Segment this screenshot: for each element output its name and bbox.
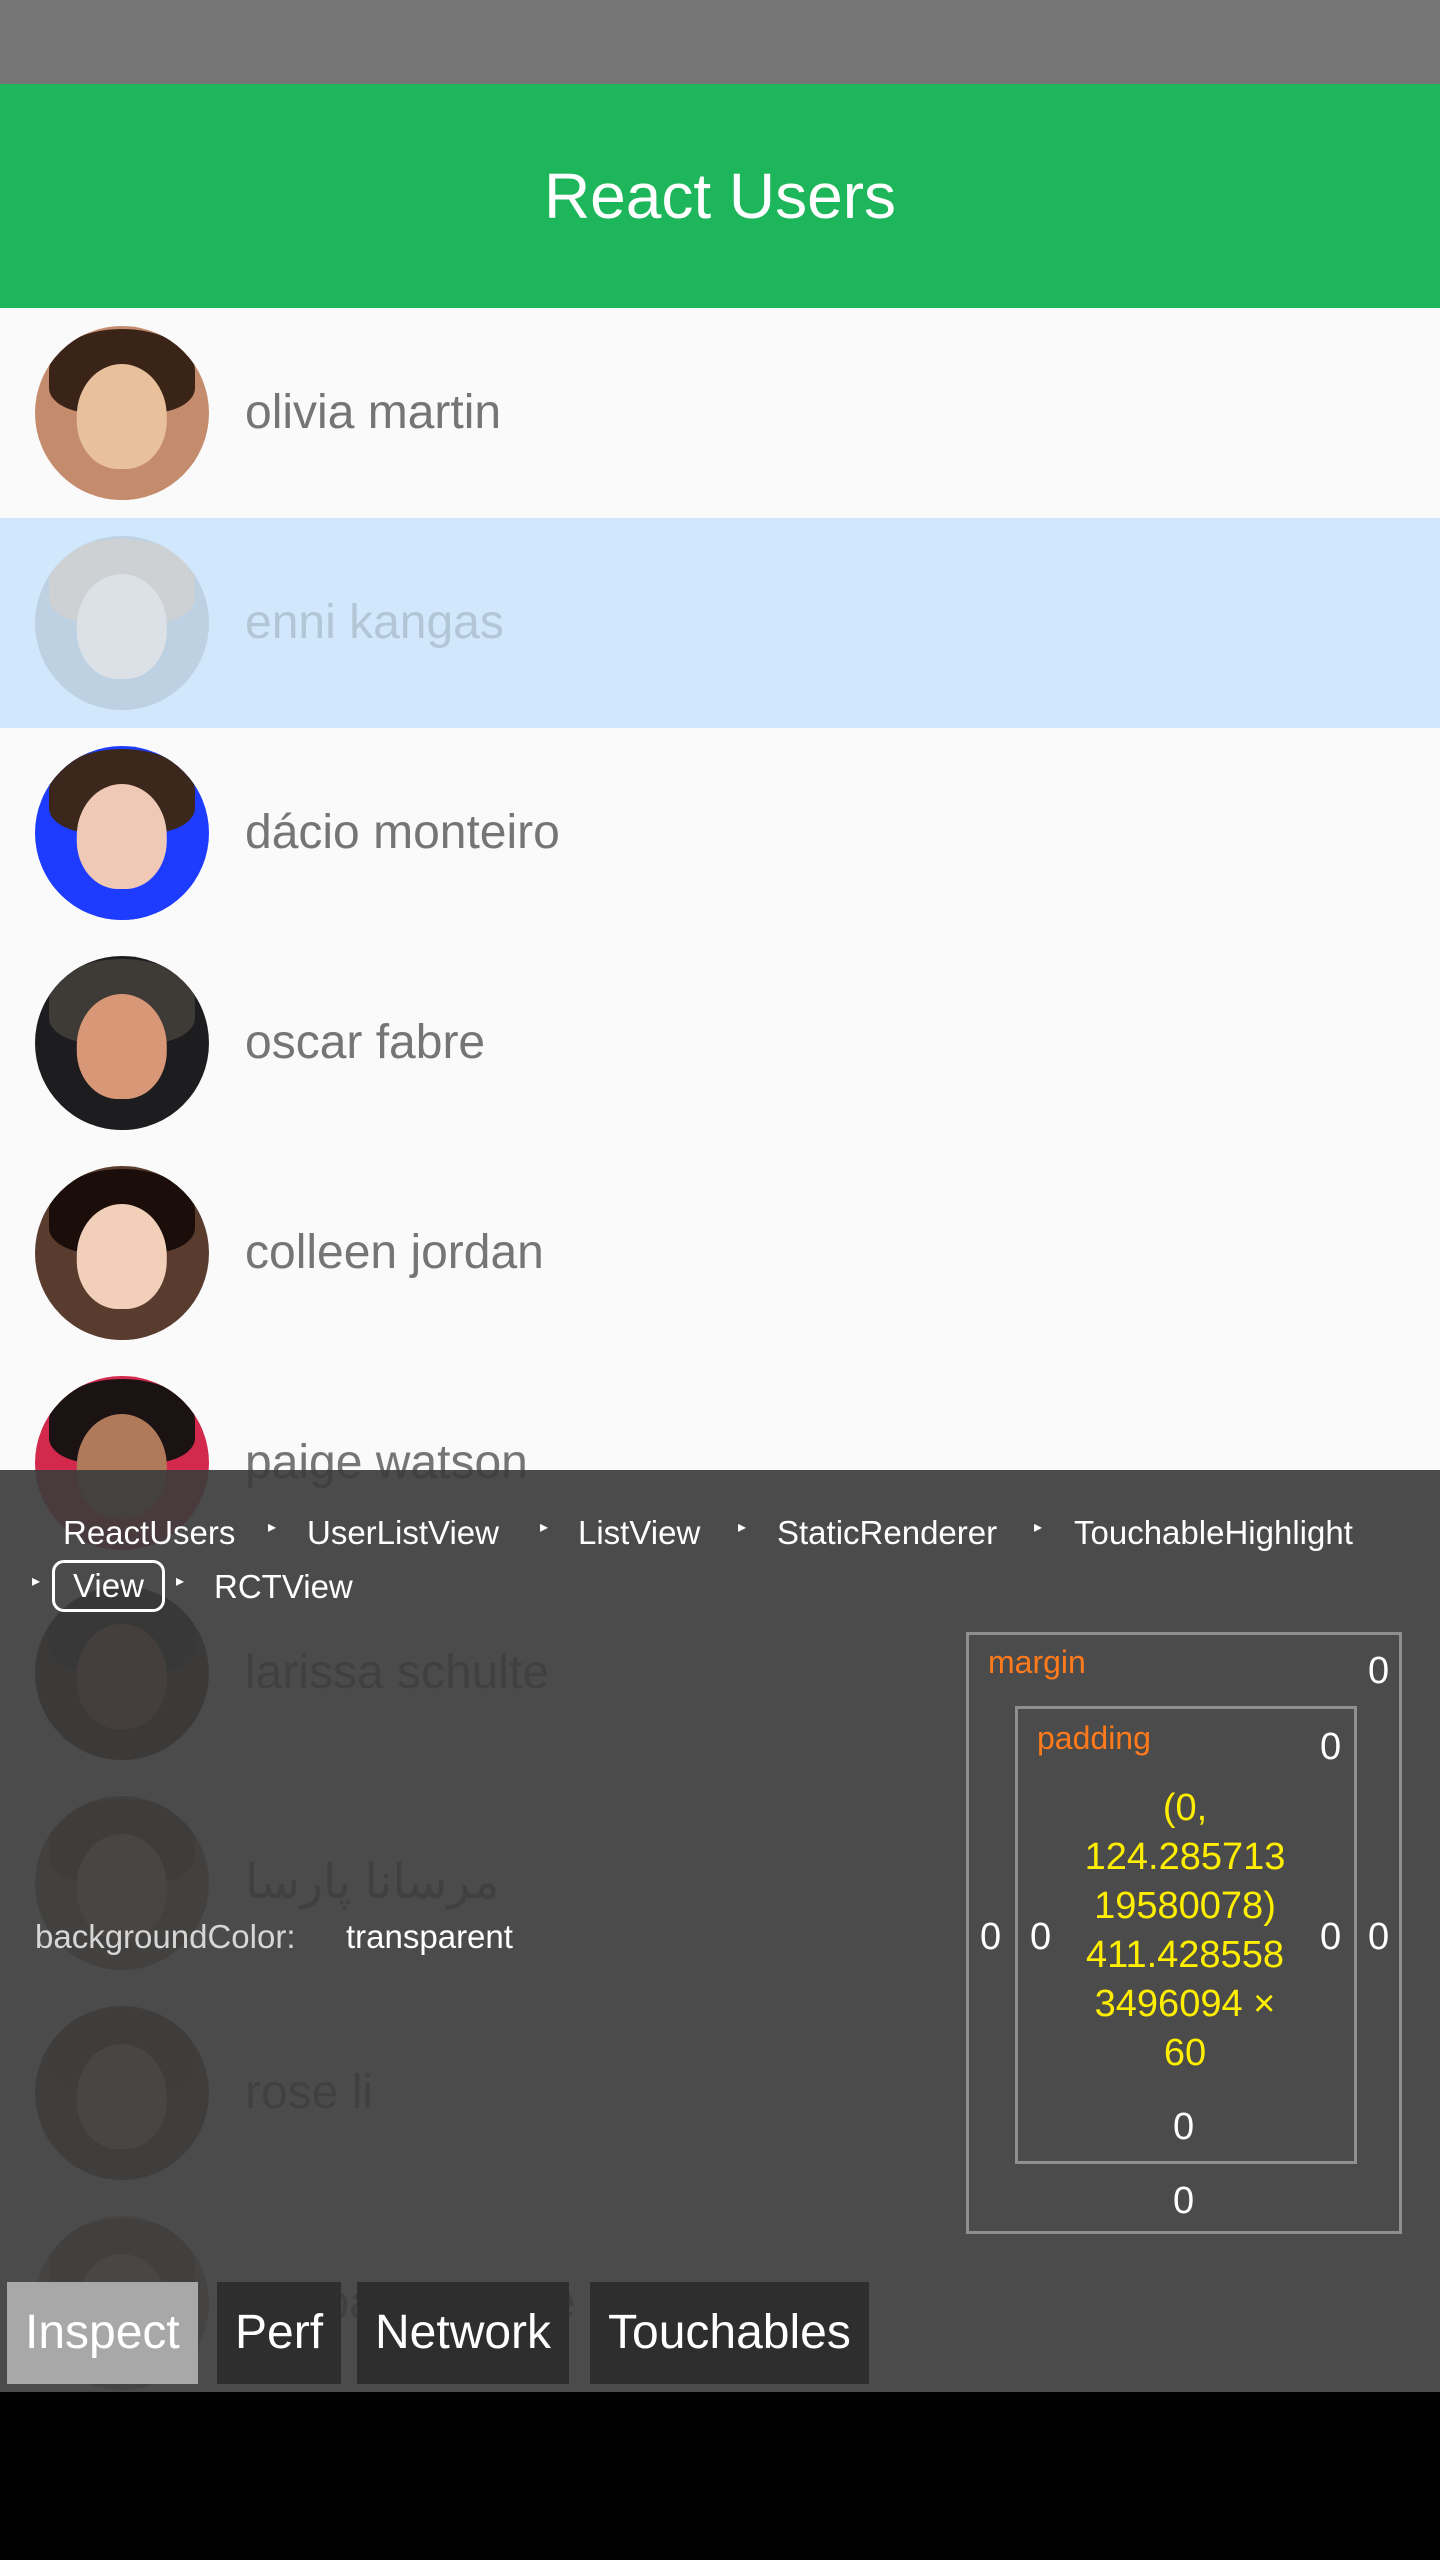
margin-bottom-value: 0: [1173, 2180, 1195, 2222]
avatar-face: [76, 994, 168, 1099]
breadcrumb-separator-icon: ▸: [1034, 1519, 1043, 1536]
user-avatar: [35, 1166, 209, 1340]
tab-inspect[interactable]: Inspect: [7, 2282, 198, 2384]
user-name: colleen jordan: [245, 1226, 544, 1279]
user-row[interactable]: olivia martin: [0, 308, 1440, 518]
breadcrumb-rctview[interactable]: RCTView: [214, 1568, 353, 1606]
user-avatar: [35, 536, 209, 710]
padding-bottom-value: 0: [1173, 2106, 1195, 2148]
margin-right-value: 0: [1368, 1916, 1390, 1958]
breadcrumb-listview[interactable]: ListView: [578, 1514, 700, 1552]
app-bar: React Users: [0, 84, 1440, 308]
breadcrumb-touchablehighlight[interactable]: TouchableHighlight: [1074, 1514, 1353, 1552]
user-name: enni kangas: [245, 596, 504, 649]
user-avatar: [35, 326, 209, 500]
breadcrumb-view-selected[interactable]: View: [52, 1560, 165, 1612]
user-name: dácio monteiro: [245, 806, 560, 859]
dimensions-line: 411.428558: [1086, 1934, 1284, 1976]
user-name: olivia martin: [245, 386, 502, 439]
element-dimensions: (0, 124.285713 19580078) 411.428558 3496…: [1060, 1784, 1310, 2078]
user-row[interactable]: colleen jordan: [0, 1148, 1440, 1358]
breadcrumb-separator-icon: ▸: [176, 1573, 185, 1590]
padding-top-value: 0: [1320, 1726, 1342, 1768]
dimensions-line: 3496094 ×: [1094, 1983, 1276, 2025]
status-bar: [0, 0, 1440, 84]
dimensions-line: 60: [1163, 2032, 1207, 2074]
breadcrumb-separator-icon: ▸: [540, 1519, 549, 1536]
breadcrumb-separator-icon: ▸: [738, 1519, 747, 1536]
navigation-bar: [0, 2392, 1440, 2560]
breadcrumb-userlistview[interactable]: UserListView: [307, 1514, 499, 1552]
user-avatar: [35, 746, 209, 920]
margin-top-value: 0: [1368, 1650, 1390, 1692]
tab-network[interactable]: Network: [357, 2282, 570, 2384]
margin-left-value: 0: [980, 1916, 1002, 1958]
avatar-face: [76, 574, 168, 679]
tab-perf[interactable]: Perf: [217, 2282, 342, 2384]
padding-left-value: 0: [1030, 1916, 1052, 1958]
breadcrumb-separator-icon: ▸: [268, 1519, 277, 1536]
margin-label: margin: [988, 1644, 1086, 1680]
avatar-face: [76, 784, 168, 889]
dimensions-line: 19580078): [1094, 1885, 1276, 1927]
user-row[interactable]: enni kangas: [0, 518, 1440, 728]
breadcrumb-reactusers[interactable]: ReactUsers: [63, 1514, 235, 1552]
style-property-value: transparent: [346, 1918, 513, 1955]
breadcrumb-separator-icon: ▸: [32, 1573, 41, 1590]
user-row[interactable]: oscar fabre: [0, 938, 1440, 1148]
avatar-face: [76, 1204, 168, 1309]
app-title: React Users: [543, 160, 897, 232]
user-row[interactable]: dácio monteiro: [0, 728, 1440, 938]
dimensions-line: 124.285713: [1084, 1836, 1286, 1878]
tab-touchables[interactable]: Touchables: [590, 2282, 869, 2384]
padding-label: padding: [1037, 1720, 1151, 1756]
avatar-face: [76, 364, 168, 469]
style-property-name: backgroundColor:: [35, 1918, 296, 1955]
user-avatar: [35, 956, 209, 1130]
user-name: oscar fabre: [245, 1016, 486, 1069]
padding-right-value: 0: [1320, 1916, 1342, 1958]
dimensions-line: (0,: [1162, 1787, 1208, 1829]
breadcrumb-staticrenderer[interactable]: StaticRenderer: [777, 1514, 997, 1552]
